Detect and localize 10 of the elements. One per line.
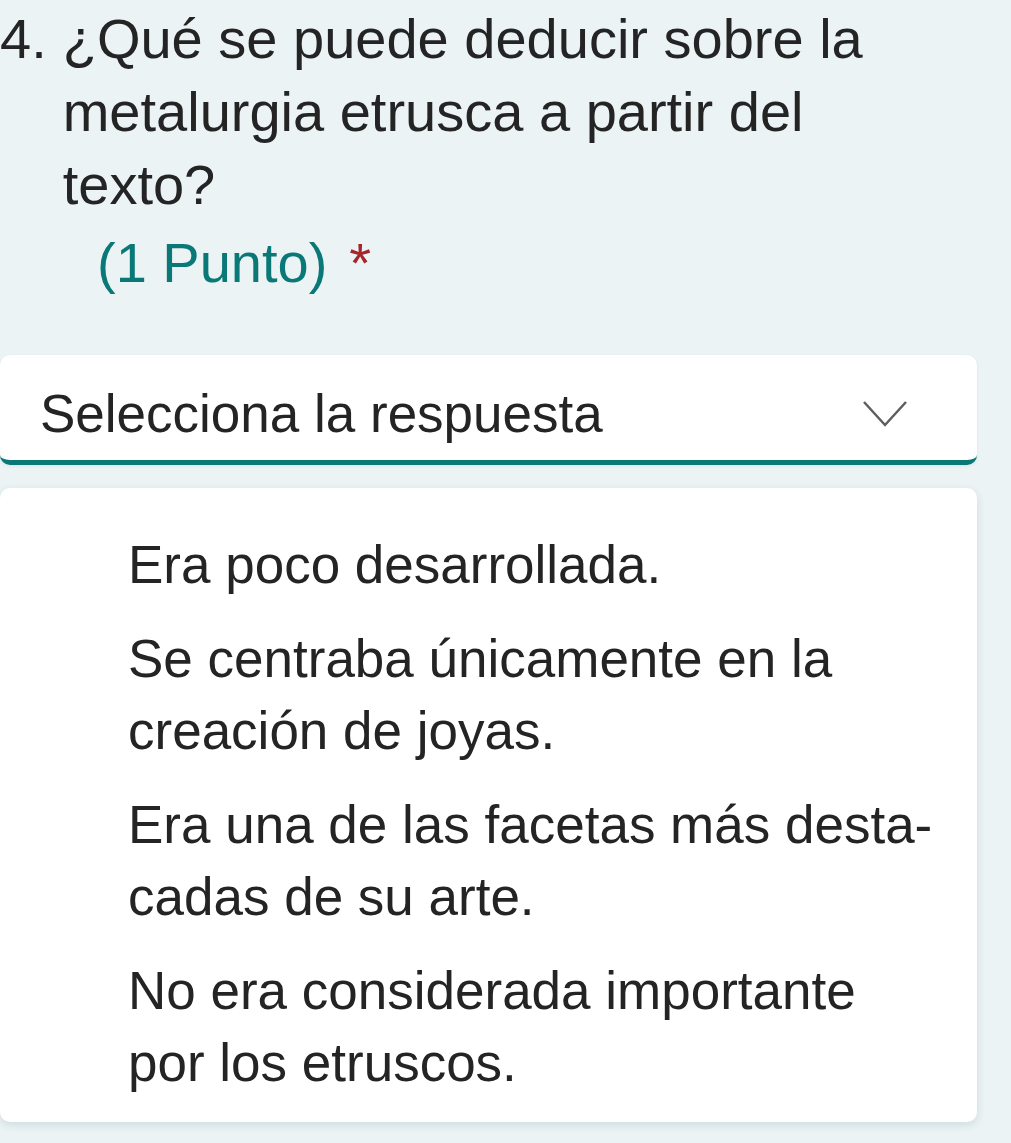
answer-option[interactable]: No era considerada importante por los etruscos. xyxy=(0,944,977,1110)
chevron-down-icon xyxy=(863,401,907,427)
answer-option[interactable]: Era una de las facetas más desta-cadas de su arte. xyxy=(0,778,977,944)
answer-option[interactable]: Era poco desarrollada. xyxy=(0,518,977,612)
question-text: ¿Qué se puede deducir sobre la metalurgia etrusca a partir del texto? xyxy=(62,6,864,218)
answer-dropdown[interactable]: Selecciona la respuesta xyxy=(0,355,977,465)
points-label: (1 Punto) xyxy=(97,230,328,296)
question-number: 4. xyxy=(0,6,47,72)
required-mark: * xyxy=(349,230,372,296)
answer-option[interactable]: Se centraba únicamente en la creación de joyas. xyxy=(0,612,977,778)
